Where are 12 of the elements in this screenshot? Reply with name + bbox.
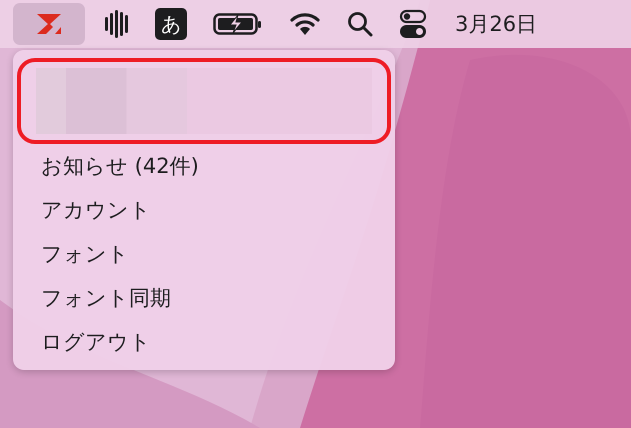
menu-bar-date[interactable]: 3月26日 — [455, 10, 538, 38]
menu-item[interactable]: ログアウト — [13, 320, 395, 364]
menu-item[interactable]: アカウント — [13, 188, 395, 232]
search-icon[interactable] — [347, 11, 373, 37]
battery-charging-icon[interactable] — [213, 11, 263, 37]
wifi-icon[interactable] — [289, 11, 321, 37]
menu-item[interactable]: フォント — [13, 232, 395, 276]
input-method-indicator[interactable]: あ — [155, 8, 187, 40]
app-logo-icon[interactable] — [35, 14, 63, 34]
menu-item[interactable]: お知らせ (42件) — [13, 144, 395, 188]
control-center-icon[interactable] — [399, 9, 427, 39]
menu-item[interactable]: フォント同期 — [13, 276, 395, 320]
